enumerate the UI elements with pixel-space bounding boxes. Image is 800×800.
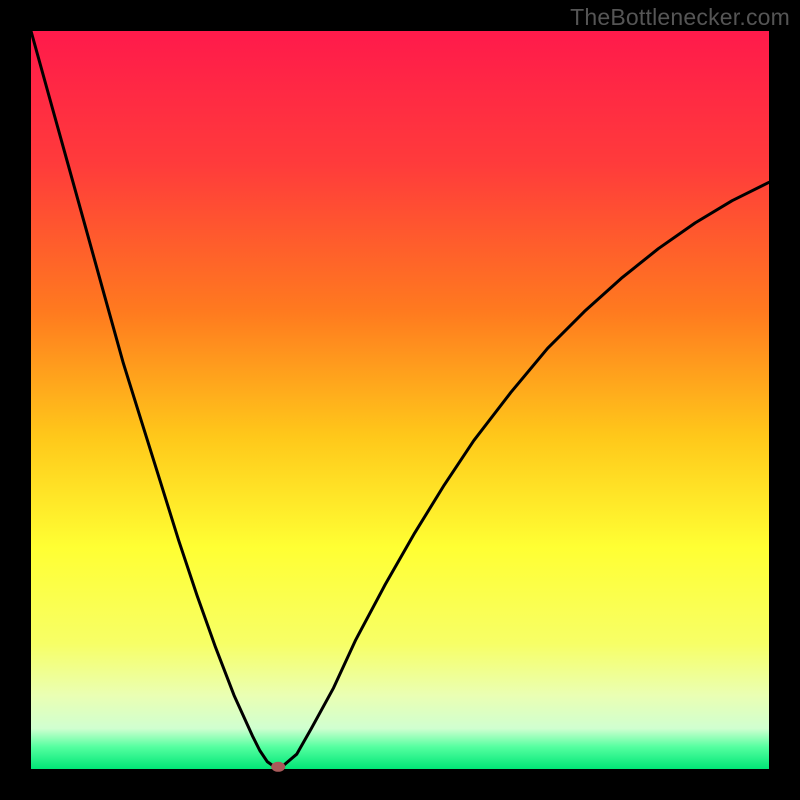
chart-curve-svg bbox=[31, 31, 769, 769]
watermark-text: TheBottlenecker.com bbox=[570, 4, 790, 31]
chart-plot-area bbox=[31, 31, 769, 769]
bottleneck-curve bbox=[31, 31, 769, 767]
minimum-marker bbox=[271, 762, 285, 772]
chart-frame: TheBottlenecker.com bbox=[0, 0, 800, 800]
